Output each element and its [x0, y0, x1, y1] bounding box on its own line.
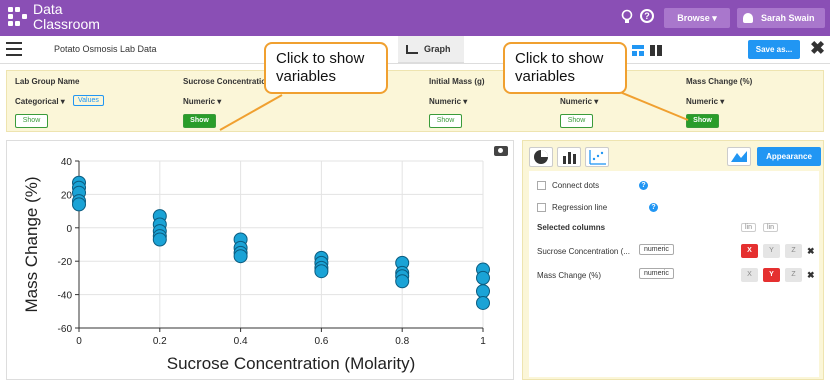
settings-body: Connect dots ? Regression line ? Selecte… — [529, 171, 819, 377]
regression-line-option[interactable]: Regression line — [537, 203, 608, 213]
pie-chart-icon[interactable] — [529, 147, 553, 167]
axis-y-button[interactable]: Y — [763, 244, 780, 258]
app-window: Data Classroom ? Browse ▾ Sarah Swain Po… — [0, 0, 830, 384]
bar-chart-type-icon[interactable] — [557, 147, 581, 167]
regression-line-checkbox[interactable] — [537, 203, 546, 213]
regression-help-icon[interactable]: ? — [649, 203, 658, 212]
graph-panel: 0 0.2 0.4 0.6 0.8 1 40 20 0 -20 -40 -60 Sucrose Conc… — [6, 140, 514, 380]
graph-settings-panel: Appearance Connect dots ? Regression lin… — [522, 140, 824, 380]
x-axis-label: Sucrose Concentration (Molarity) — [167, 354, 415, 373]
axis-x-button[interactable]: X — [741, 268, 758, 282]
data-point — [476, 270, 490, 285]
connect-dots-checkbox[interactable] — [537, 181, 546, 191]
column-type-tag[interactable]: numeric — [639, 268, 674, 279]
callout-left: Click to show variables — [264, 42, 388, 94]
callout-arrows — [219, 89, 689, 131]
column-name: Sucrose Concentration (... — [537, 247, 630, 256]
y-axis-label: Mass Change (%) — [22, 176, 41, 312]
lin-toggle-x[interactable]: lin — [741, 223, 757, 232]
lin-toggle-y[interactable]: lin — [763, 223, 779, 232]
remove-column-icon[interactable]: ✖ — [807, 270, 815, 281]
appearance-icon[interactable] — [727, 147, 751, 166]
y-tick-label: 40 — [61, 157, 73, 168]
y-tick-label: -20 — [58, 257, 73, 268]
x-tick-label: 0.6 — [314, 336, 328, 347]
column-type-tag[interactable]: numeric — [639, 244, 674, 255]
x-tick-label: 0.2 — [153, 336, 167, 347]
data-point — [233, 249, 248, 264]
y-tick-label: 20 — [61, 190, 73, 201]
x-tick-label: 1 — [480, 336, 486, 347]
x-tick-label: 0.4 — [234, 336, 248, 347]
data-point — [476, 284, 490, 299]
data-point — [72, 197, 86, 212]
data-point — [395, 274, 410, 289]
data-point — [476, 295, 490, 310]
appearance-button[interactable]: Appearance — [757, 147, 821, 166]
connect-dots-option[interactable]: Connect dots — [537, 181, 600, 191]
regression-line-label: Regression line — [552, 203, 608, 212]
data-point — [314, 264, 329, 279]
y-tick-label: 0 — [66, 224, 72, 235]
column-name: Mass Change (%) — [537, 271, 602, 280]
callout-right: Click to show variables — [503, 42, 627, 94]
x-tick-label: 0.8 — [395, 336, 409, 347]
axis-z-button[interactable]: Z — [785, 244, 802, 258]
axis-x-button[interactable]: X — [741, 244, 758, 258]
remove-column-icon[interactable]: ✖ — [807, 246, 815, 257]
connect-dots-help-icon[interactable]: ? — [639, 181, 648, 190]
scatter-chart[interactable]: 0 0.2 0.4 0.6 0.8 1 40 20 0 -20 -40 -60 Sucrose Conc… — [7, 141, 513, 379]
connect-dots-label: Connect dots — [552, 181, 600, 190]
y-tick-label: -60 — [58, 324, 73, 335]
axis-y-button[interactable]: Y — [763, 268, 780, 282]
x-tick-label: 0 — [76, 336, 82, 347]
scatter-chart-type-icon[interactable] — [585, 147, 609, 167]
y-tick-label: -40 — [58, 291, 73, 302]
camera-icon[interactable] — [494, 146, 508, 156]
data-point — [152, 232, 167, 247]
selected-columns-heading: Selected columns — [537, 223, 606, 232]
axis-z-button[interactable]: Z — [785, 268, 802, 282]
